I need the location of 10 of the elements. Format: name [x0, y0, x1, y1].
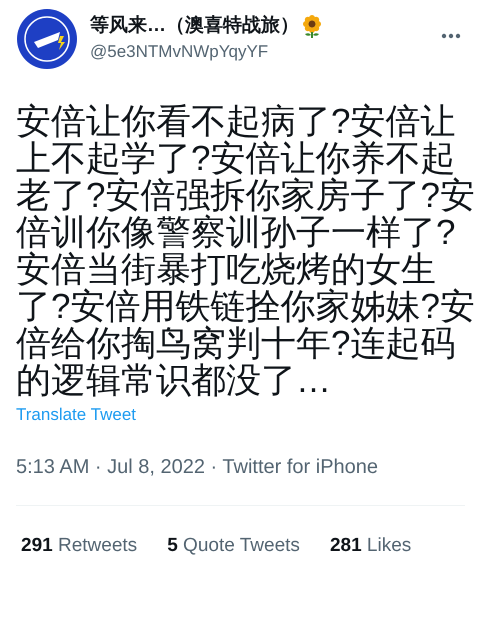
stat-link[interactable]: 281 Likes — [330, 534, 412, 558]
avatar-icon[interactable] — [16, 8, 78, 70]
sunflower-icon — [300, 14, 324, 38]
author-handle[interactable]: @5e3NTMvNWpYqyYF — [90, 41, 441, 63]
more-icon[interactable] — [441, 33, 461, 39]
stat-link[interactable]: 5 Quote Tweets — [167, 534, 300, 558]
tweet-text: 安倍让你看不起病了?安倍让上不起学了?安倍让你养不起老了?安倍强拆你家房子了?安倍训你像警察训孙子一样了?安倍当街暴打吃烧烤的女生了?安倍用铁链拴你家姊妹?安倍给你掏鸟窝判十年?连起码的逻辑常识都没了… — [16, 103, 476, 399]
tweet-timestamp: 5:13 AM · Jul 8, 2022 · Twitter for iPhone — [16, 455, 380, 479]
author-name[interactable]: 等风来…（澳喜特战旅） — [90, 14, 299, 38]
stat-link[interactable]: 291 Retweets — [21, 534, 138, 558]
